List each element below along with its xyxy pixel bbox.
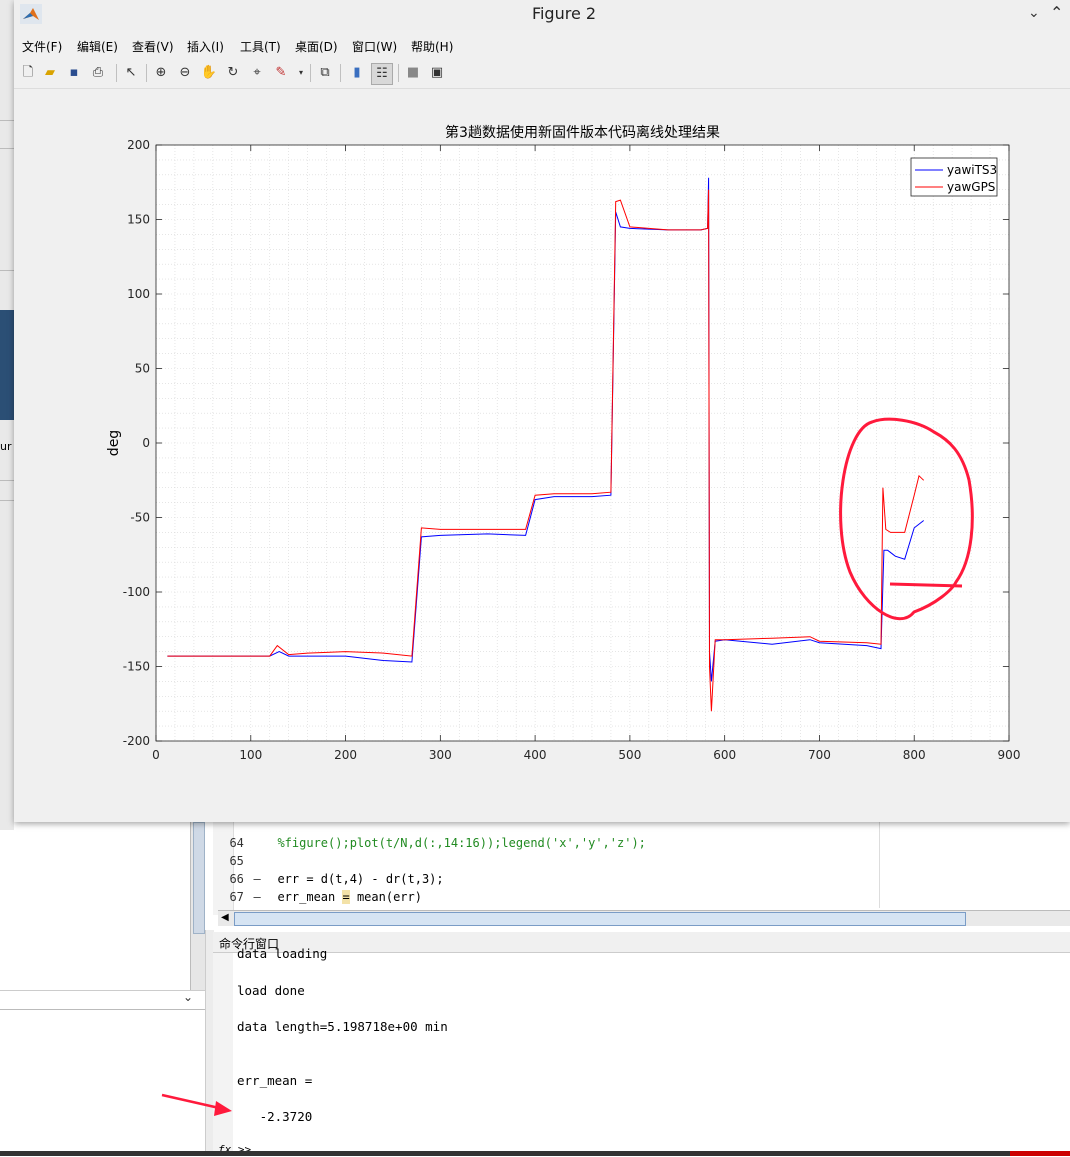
link-plot-icon[interactable]: ⧉ bbox=[315, 63, 335, 83]
figure-canvas: 0 100 200 300 400 500 600 700 800 900 200 150 100 50 0… bbox=[14, 90, 1070, 822]
y-tick-label: -200 bbox=[123, 734, 150, 748]
code-line-64[interactable]: 64 %figure();plot(t/N,d(:,14:16));legend(… bbox=[215, 822, 645, 850]
chevron-down-icon[interactable]: ⌄ bbox=[1028, 5, 1040, 21]
y-tick-label: -50 bbox=[130, 511, 150, 525]
menu-edit[interactable]: 编辑(E) bbox=[77, 38, 118, 55]
cmd-output-line: load done bbox=[237, 983, 305, 998]
y-tick-label: 200 bbox=[127, 138, 150, 152]
status-strip bbox=[0, 1151, 1070, 1156]
workspace-panel bbox=[0, 990, 205, 1157]
y-tick-label: 150 bbox=[127, 213, 150, 227]
y-tick-label: -100 bbox=[123, 585, 150, 599]
y-tick-label: 100 bbox=[127, 287, 150, 301]
figure-toolbar: 🗋 ▰ ▪ ⎙ ↖ ⊕ ⊖ ✋ ↻ ⌖ ✎ ▾ ⧉ ▮ ☷ ■ ▣ bbox=[14, 58, 1070, 89]
legend-icon[interactable]: ☷ bbox=[371, 63, 393, 85]
status-strip-accent bbox=[1010, 1151, 1070, 1156]
chevron-down-icon[interactable]: ⌄ bbox=[183, 990, 193, 1004]
desktop-left-panel bbox=[0, 0, 14, 830]
editor-horizontal-scrollbar[interactable]: ◀ bbox=[218, 910, 1070, 926]
x-tick-label: 600 bbox=[713, 748, 736, 762]
cmd-output-value: -2.3720 bbox=[237, 1109, 313, 1124]
chart-title: 第3趟数据使用新固件版本代码离线处理结果 bbox=[445, 124, 720, 141]
legend[interactable]: yawiTS3 yawGPS bbox=[910, 157, 998, 197]
zoom-in-icon[interactable]: ⊕ bbox=[151, 63, 171, 83]
cmd-output-line: err_mean = bbox=[237, 1073, 313, 1088]
x-tick-label: 100 bbox=[239, 748, 262, 762]
window-titlebar[interactable]: Figure 2 ⌄ ⌃ bbox=[14, 0, 1070, 30]
data-cursor-icon[interactable]: ⌖ bbox=[247, 63, 267, 83]
annotation-underline bbox=[889, 582, 963, 588]
editor-right-margin bbox=[879, 820, 880, 908]
rotate-3d-icon[interactable]: ↻ bbox=[223, 63, 243, 83]
command-window-gutter bbox=[213, 953, 233, 1156]
figure-window[interactable]: Figure 2 ⌄ ⌃ 文件(F) 编辑(E) 查看(V) 插入(I) 工具(… bbox=[14, 0, 1070, 822]
brush-dropdown-icon[interactable]: ▾ bbox=[291, 63, 311, 83]
menu-view[interactable]: 查看(V) bbox=[132, 38, 174, 55]
x-tick-label: 500 bbox=[618, 748, 641, 762]
menu-file[interactable]: 文件(F) bbox=[22, 38, 62, 55]
brush-icon[interactable]: ✎ bbox=[271, 63, 291, 83]
command-window[interactable] bbox=[213, 953, 1070, 1156]
y-tick-label: 0 bbox=[142, 436, 150, 450]
desktop-partial-text: ur bbox=[0, 440, 12, 453]
open-file-icon[interactable]: ▰ bbox=[40, 63, 60, 83]
menu-help[interactable]: 帮助(H) bbox=[411, 38, 453, 55]
y-tick-label: 50 bbox=[135, 362, 150, 376]
plot-area[interactable]: 0 100 200 300 400 500 600 700 800 900200150100500… bbox=[14, 90, 1070, 822]
menu-tools[interactable]: 工具(T) bbox=[240, 38, 281, 55]
pointer-icon[interactable]: ↖ bbox=[121, 63, 141, 83]
annotation-arrow bbox=[161, 1093, 232, 1116]
legend-entry-label: yawiTS3 bbox=[947, 163, 997, 177]
x-tick-label: 0 bbox=[152, 748, 160, 762]
editor-vertical-scrollbar[interactable] bbox=[190, 820, 205, 990]
hide-plot-tools-icon[interactable]: ■ bbox=[403, 63, 423, 83]
y-axis-label: deg bbox=[106, 430, 122, 456]
menu-window[interactable]: 窗口(W) bbox=[352, 38, 397, 55]
save-icon[interactable]: ▪ bbox=[64, 63, 84, 83]
new-figure-icon[interactable]: 🗋 bbox=[18, 63, 38, 83]
menu-insert[interactable]: 插入(I) bbox=[187, 38, 224, 55]
x-tick-label: 800 bbox=[903, 748, 926, 762]
window-title: Figure 2 bbox=[531, 4, 597, 23]
cmd-output-line: data length=5.198718e+00 min bbox=[237, 1019, 448, 1034]
show-plot-tools-icon[interactable]: ▣ bbox=[427, 63, 447, 83]
x-tick-label: 300 bbox=[429, 748, 452, 762]
print-icon[interactable]: ⎙ bbox=[88, 63, 108, 83]
zoom-out-icon[interactable]: ⊖ bbox=[175, 63, 195, 83]
scroll-left-icon[interactable]: ◀ bbox=[221, 912, 229, 923]
cmd-output-line: data loading bbox=[237, 946, 328, 961]
x-tick-label: 200 bbox=[334, 748, 357, 762]
menu-desktop[interactable]: 桌面(D) bbox=[295, 38, 338, 55]
pan-hand-icon[interactable]: ✋ bbox=[199, 63, 219, 83]
y-tick-label: -150 bbox=[123, 660, 150, 674]
x-tick-label: 700 bbox=[808, 748, 831, 762]
colorbar-icon[interactable]: ▮ bbox=[347, 63, 367, 83]
x-tick-label: 400 bbox=[524, 748, 547, 762]
command-window-title: 命令行窗口 bbox=[213, 932, 1070, 953]
chevron-up-icon[interactable]: ⌃ bbox=[1050, 3, 1063, 22]
menu-bar: 文件(F) 编辑(E) 查看(V) 插入(I) 工具(T) 桌面(D) 窗口(W… bbox=[14, 34, 1070, 56]
x-tick-label: 900 bbox=[998, 748, 1021, 762]
legend-entry-label: yawGPS bbox=[947, 180, 995, 194]
scroll-thumb[interactable] bbox=[234, 912, 966, 926]
